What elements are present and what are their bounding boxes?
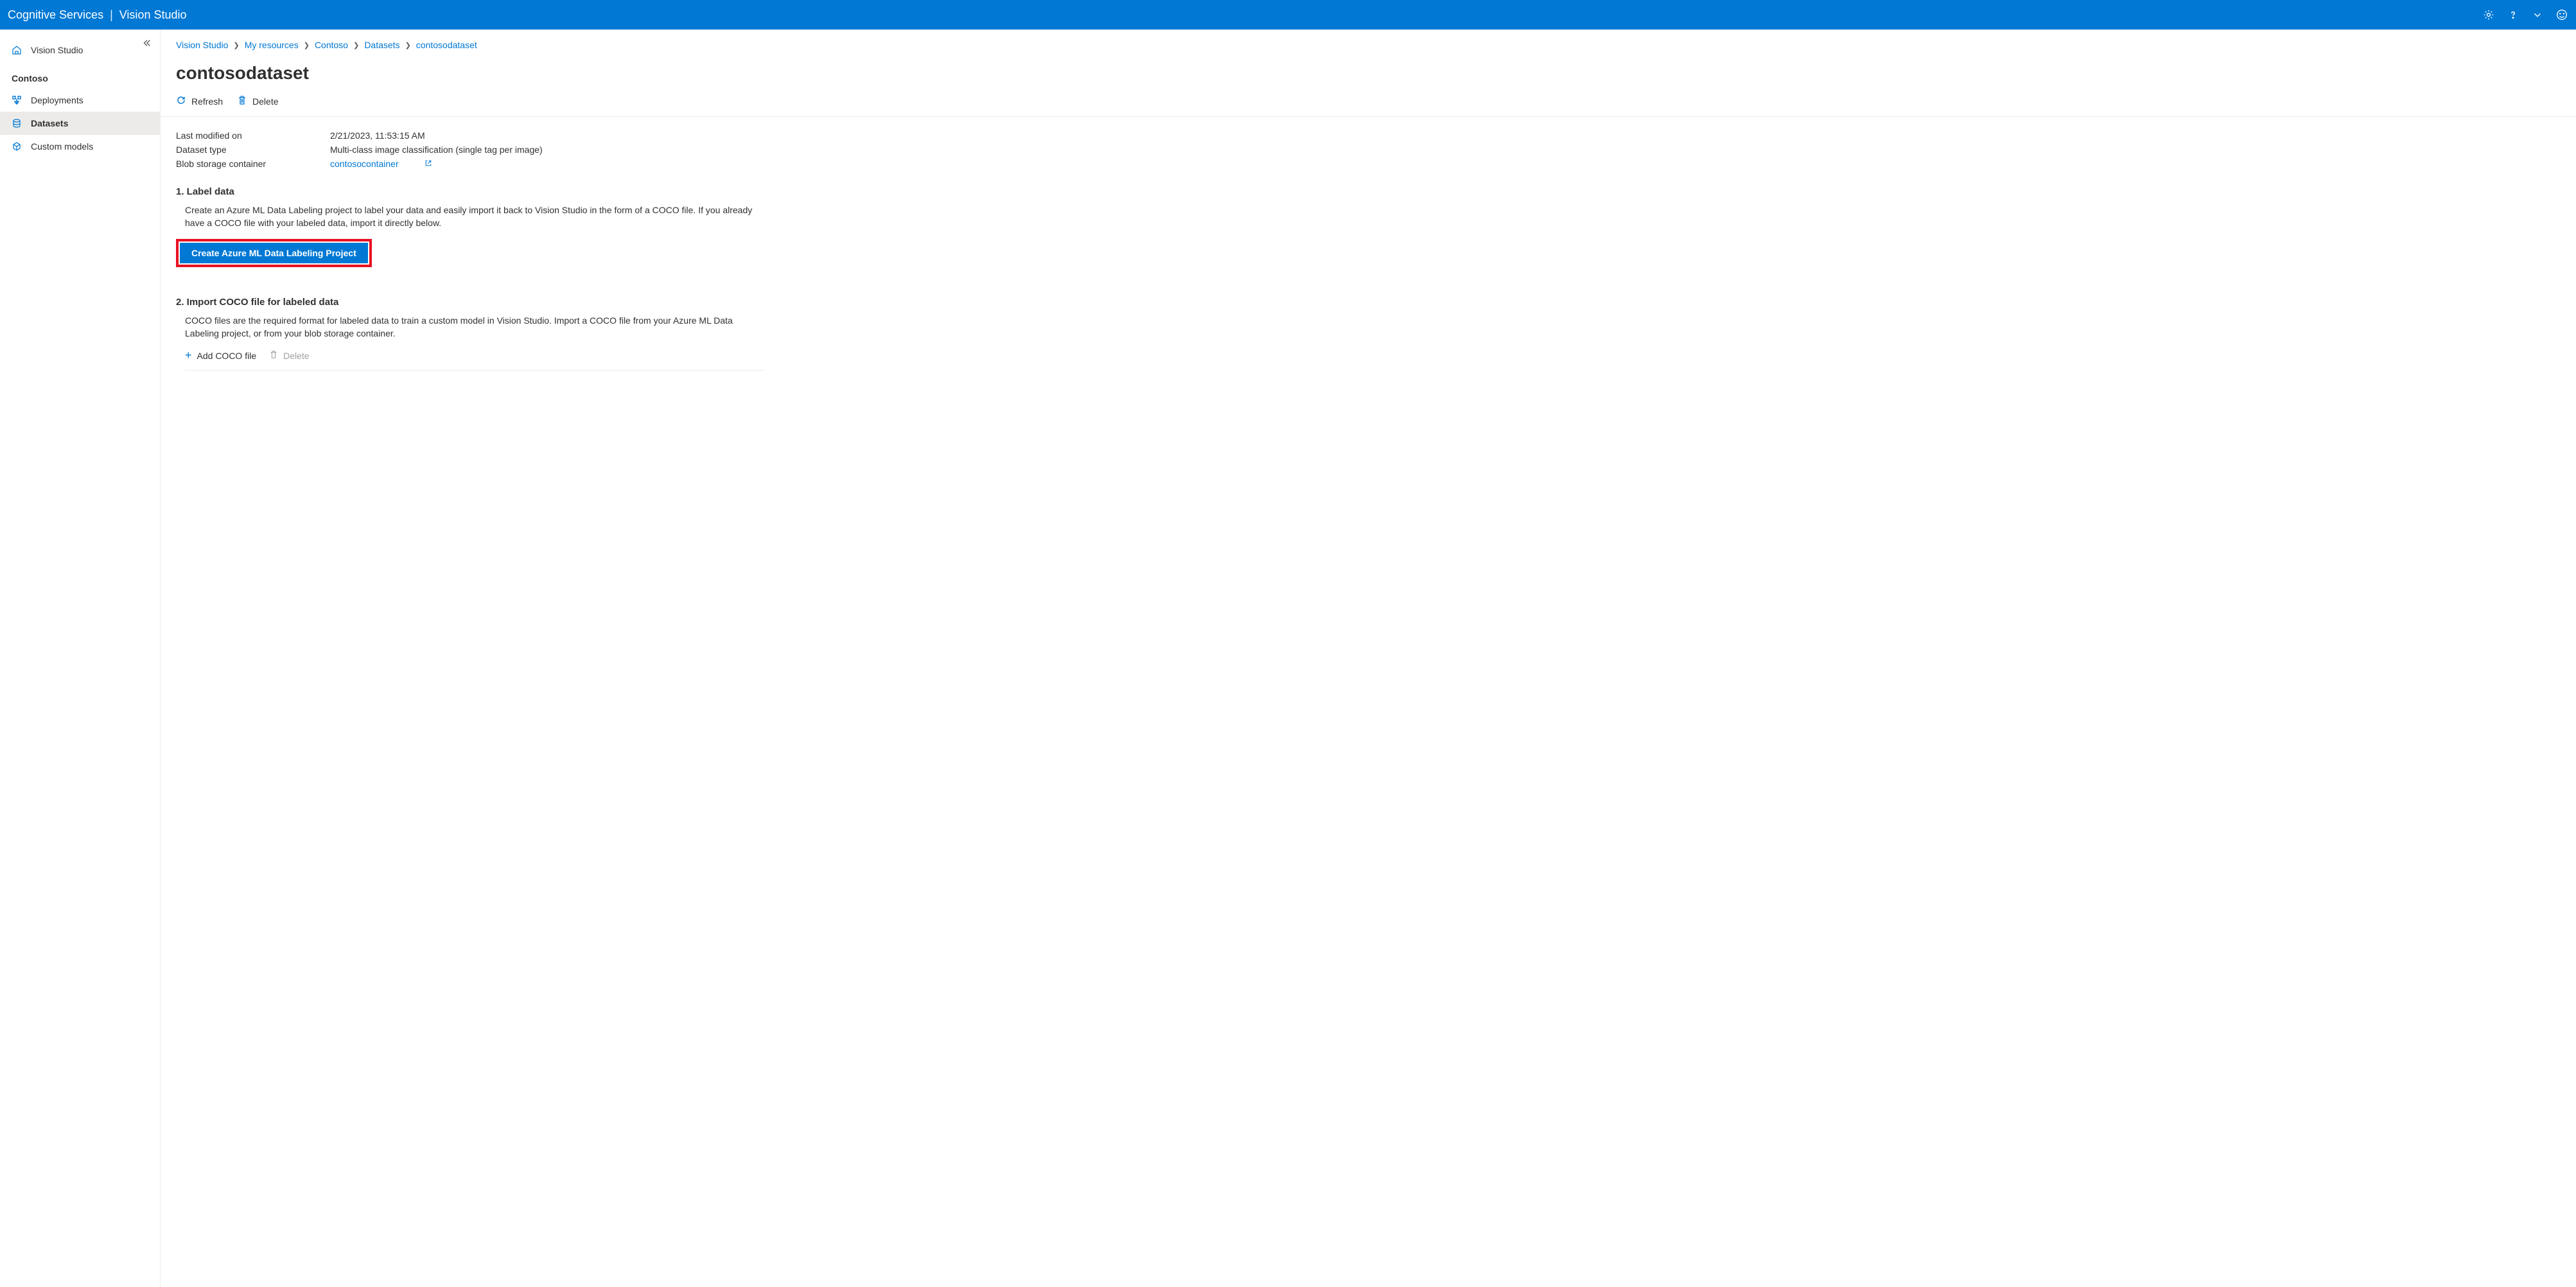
refresh-label: Refresh bbox=[191, 96, 223, 107]
coco-action-bar: + Add COCO file Delete bbox=[176, 349, 2561, 362]
meta-value: 2/21/2023, 11:53:15 AM bbox=[330, 130, 425, 141]
feedback-icon[interactable] bbox=[2555, 8, 2568, 21]
custom-models-icon bbox=[12, 141, 22, 152]
breadcrumb-link[interactable]: Datasets bbox=[364, 40, 399, 50]
collapse-sidebar-icon[interactable] bbox=[142, 39, 151, 49]
breadcrumb-current: contosodataset bbox=[416, 40, 477, 50]
sidebar-home[interactable]: Vision Studio bbox=[0, 39, 160, 62]
meta-label: Last modified on bbox=[176, 130, 330, 141]
settings-icon[interactable] bbox=[2482, 8, 2495, 21]
meta-row-blob: Blob storage container contosocontainer bbox=[176, 157, 2561, 171]
meta-value: Multi-class image classification (single… bbox=[330, 144, 543, 155]
delete-button[interactable]: Delete bbox=[237, 95, 278, 107]
section-description: Create an Azure ML Data Labeling project… bbox=[176, 204, 754, 230]
delete-coco-button: Delete bbox=[269, 350, 309, 361]
deployments-icon bbox=[12, 95, 22, 105]
trash-icon bbox=[269, 350, 278, 361]
label-data-section: 1. Label data Create an Azure ML Data La… bbox=[176, 186, 2561, 284]
meta-label: Dataset type bbox=[176, 144, 330, 155]
breadcrumb: Vision Studio ❯ My resources ❯ Contoso ❯… bbox=[176, 40, 2561, 50]
topbar-divider: | bbox=[110, 8, 113, 22]
highlight-box: Create Azure ML Data Labeling Project bbox=[176, 239, 372, 267]
meta-row-dataset-type: Dataset type Multi-class image classific… bbox=[176, 143, 2561, 157]
home-icon bbox=[12, 45, 22, 55]
section-title: 1. Label data bbox=[176, 186, 2561, 197]
topbar-service-label: Cognitive Services bbox=[8, 8, 103, 22]
topbar-app-label: Vision Studio bbox=[119, 8, 187, 22]
sidebar-item-label: Custom models bbox=[31, 141, 93, 152]
chevron-right-icon: ❯ bbox=[304, 41, 310, 49]
sidebar-resource-header: Contoso bbox=[0, 62, 160, 89]
datasets-icon bbox=[12, 118, 22, 128]
breadcrumb-link[interactable]: My resources bbox=[245, 40, 299, 50]
section-title: 2. Import COCO file for labeled data bbox=[176, 297, 2561, 308]
chevron-right-icon: ❯ bbox=[405, 41, 411, 49]
topbar-title: Cognitive Services | Vision Studio bbox=[8, 8, 187, 22]
sidebar-item-label: Deployments bbox=[31, 95, 83, 105]
action-bar: Refresh Delete bbox=[176, 95, 2561, 116]
chevron-right-icon: ❯ bbox=[353, 41, 359, 49]
sidebar-item-datasets[interactable]: Datasets bbox=[0, 112, 160, 135]
blob-container-name: contosocontainer bbox=[330, 159, 399, 169]
import-coco-section: 2. Import COCO file for labeled data COC… bbox=[176, 297, 2561, 371]
meta-row-last-modified: Last modified on 2/21/2023, 11:53:15 AM bbox=[176, 128, 2561, 143]
meta-label: Blob storage container bbox=[176, 159, 330, 169]
sidebar: Vision Studio Contoso Deployments Datase… bbox=[0, 30, 161, 1287]
refresh-icon bbox=[176, 95, 186, 107]
section-description: COCO files are the required format for l… bbox=[176, 314, 754, 340]
divider bbox=[185, 370, 763, 371]
create-data-labeling-project-button[interactable]: Create Azure ML Data Labeling Project bbox=[180, 243, 368, 263]
page-title: contosodataset bbox=[176, 63, 2561, 83]
trash-icon bbox=[237, 95, 247, 107]
plus-icon: + bbox=[185, 349, 192, 362]
sidebar-resource-label: Contoso bbox=[12, 73, 48, 83]
add-coco-label: Add COCO file bbox=[197, 351, 257, 361]
add-coco-file-button[interactable]: + Add COCO file bbox=[185, 349, 256, 362]
chevron-right-icon: ❯ bbox=[233, 41, 239, 49]
help-icon[interactable] bbox=[2507, 8, 2519, 21]
external-link-icon bbox=[425, 159, 432, 169]
main-content: Vision Studio ❯ My resources ❯ Contoso ❯… bbox=[161, 30, 2576, 1287]
sidebar-item-label: Datasets bbox=[31, 118, 68, 128]
blob-container-link[interactable]: contosocontainer bbox=[330, 159, 432, 169]
topbar: Cognitive Services | Vision Studio bbox=[0, 0, 2576, 30]
sidebar-item-custom-models[interactable]: Custom models bbox=[0, 135, 160, 158]
divider bbox=[161, 116, 2576, 117]
chevron-down-icon[interactable] bbox=[2531, 8, 2544, 21]
breadcrumb-link[interactable]: Vision Studio bbox=[176, 40, 228, 50]
sidebar-item-deployments[interactable]: Deployments bbox=[0, 89, 160, 112]
meta-table: Last modified on 2/21/2023, 11:53:15 AM … bbox=[176, 128, 2561, 171]
refresh-button[interactable]: Refresh bbox=[176, 95, 223, 107]
topbar-right bbox=[2482, 8, 2568, 21]
delete-label: Delete bbox=[252, 96, 278, 107]
breadcrumb-link[interactable]: Contoso bbox=[315, 40, 348, 50]
delete-coco-label: Delete bbox=[283, 351, 309, 361]
sidebar-home-label: Vision Studio bbox=[31, 45, 83, 55]
